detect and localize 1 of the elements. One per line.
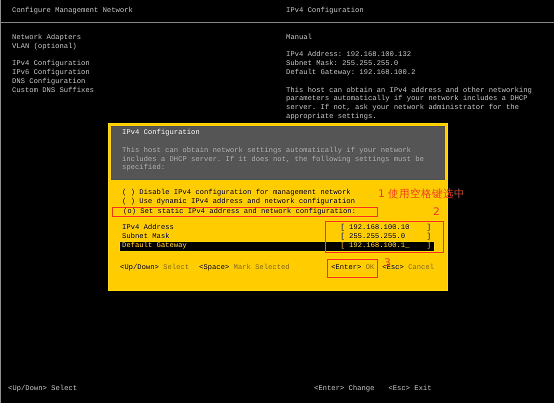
annotation-text: 2 bbox=[433, 206, 440, 218]
